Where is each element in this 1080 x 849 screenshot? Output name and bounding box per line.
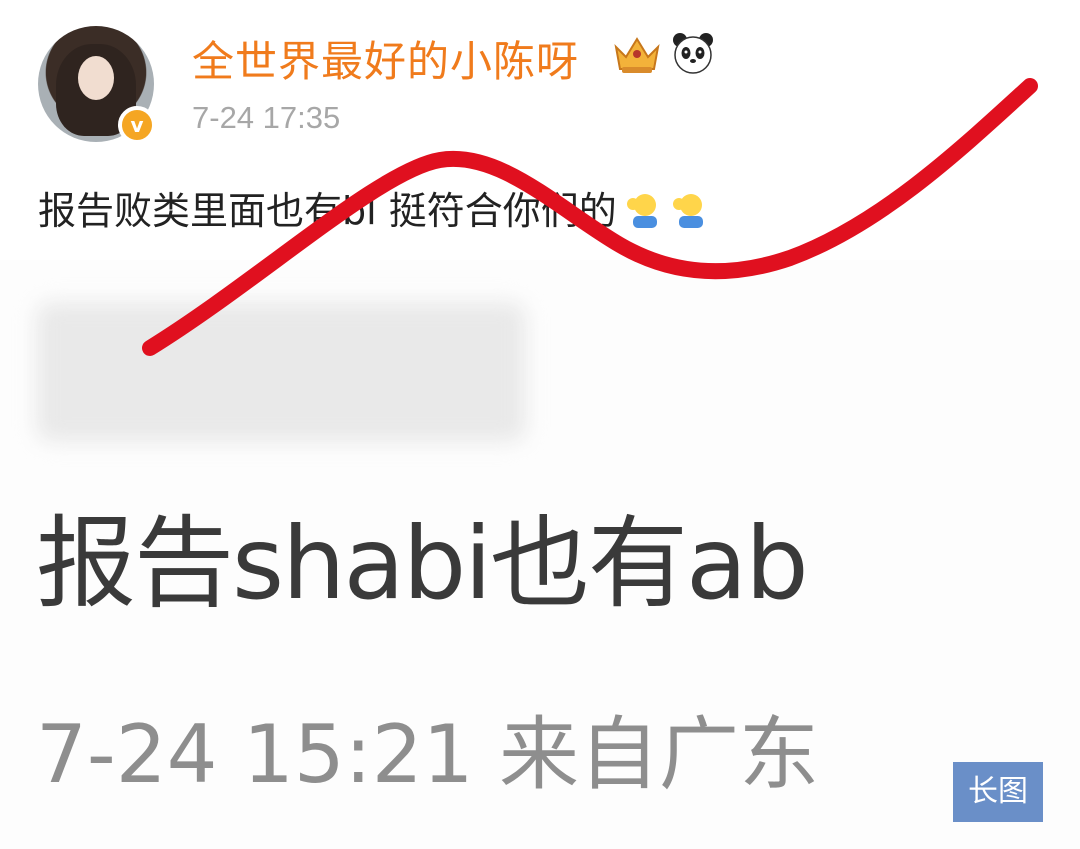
crown-icon (614, 37, 660, 73)
long-image-button[interactable]: 长图 (953, 762, 1043, 822)
attached-screenshot[interactable]: 报告shabi也有ab 7-24 15:21 来自广东 (0, 260, 1080, 849)
post-timestamp: 7-24 17:35 (192, 100, 341, 135)
salute-emoji-icon (626, 194, 657, 228)
username[interactable]: 全世界最好的小陈呀 (192, 28, 579, 89)
screenshot-meta: 7-24 15:21 来自广东 (36, 708, 819, 801)
panda-icon (673, 33, 713, 74)
salute-emoji-icon (672, 194, 703, 228)
blurred-region (36, 302, 526, 442)
verified-badge-icon: v (118, 106, 156, 144)
post-body: 报告败类里面也有bl 挺符合你们的 (38, 189, 617, 233)
screenshot-headline: 报告shabi也有ab (36, 505, 809, 622)
post-text: 报告败类里面也有bl 挺符合你们的 (38, 180, 709, 235)
avatar-face (78, 56, 114, 100)
